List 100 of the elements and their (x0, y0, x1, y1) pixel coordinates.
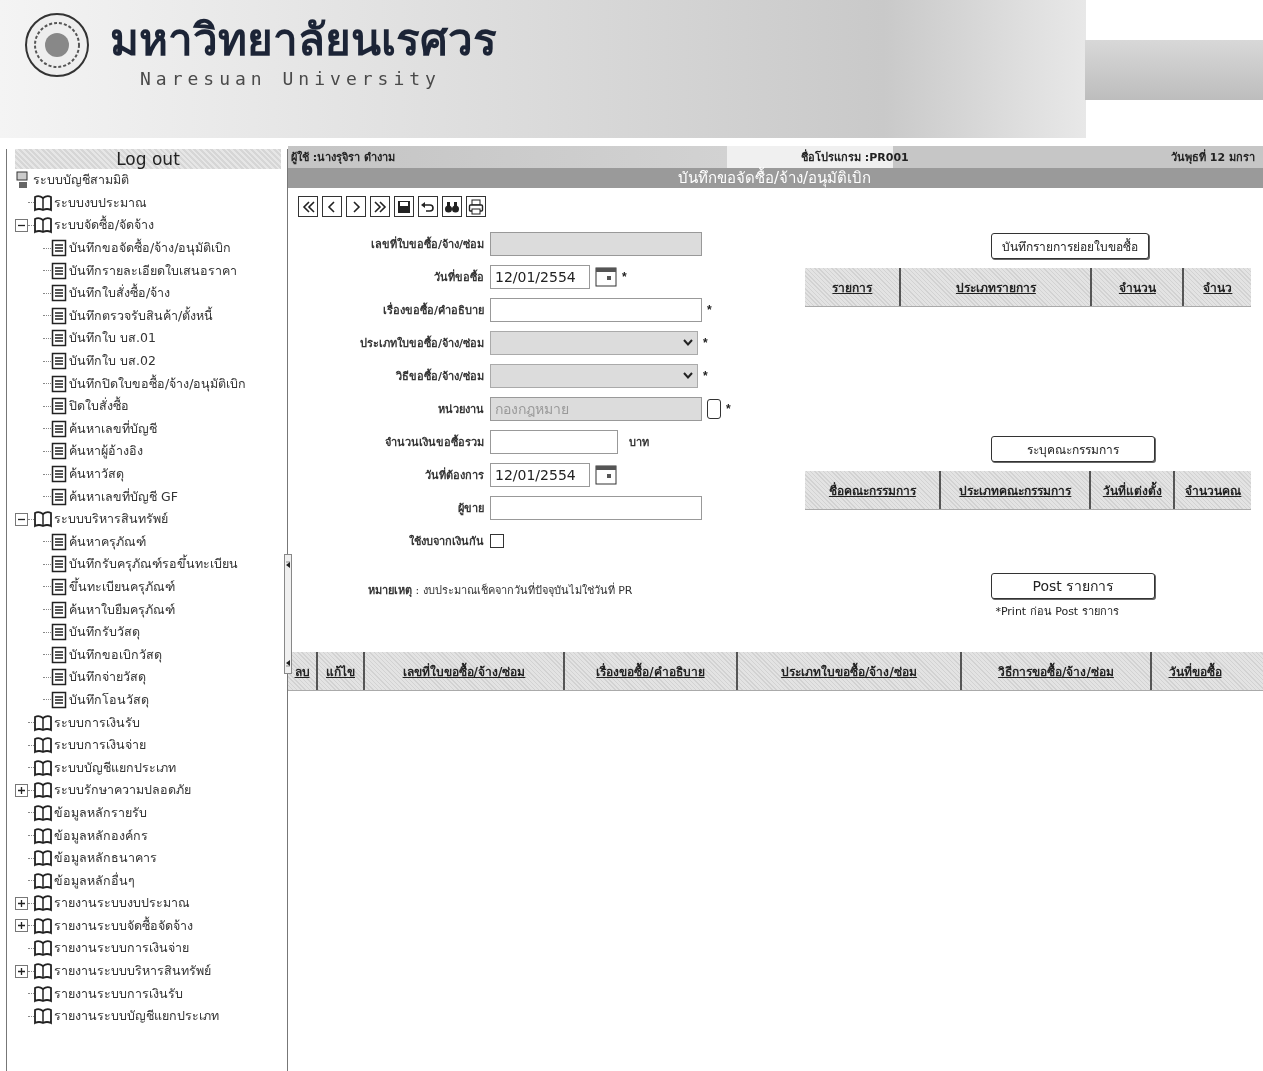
add-items-button[interactable]: บันทึกรายการย่อยใบขอซื้อ (991, 233, 1150, 259)
column-header[interactable]: ประเภทคณะกรรมการ (941, 471, 1092, 509)
book-icon (34, 1007, 52, 1026)
text-field[interactable] (490, 495, 702, 520)
tree-item[interactable]: ปิดใบสั่งซื้อ (67, 396, 129, 417)
tree-root-label[interactable]: ระบบบัญชีสามมิติ (31, 170, 129, 191)
first-record-button[interactable] (298, 196, 318, 217)
tree-item[interactable]: บันทึกจ่ายวัสดุ (67, 667, 146, 688)
document-icon (51, 442, 67, 461)
book-icon (34, 962, 52, 981)
column-header[interactable]: วันที่ขอซื้อ (1152, 652, 1238, 690)
column-header[interactable]: ชื่อคณะกรรมการ (805, 471, 942, 509)
tree-item[interactable]: รายงานระบบบริหารสินทรัพย์ (52, 961, 211, 982)
tree-item[interactable]: รายงานระบบการเงินรับ (52, 983, 183, 1004)
expand-icon[interactable] (15, 896, 28, 910)
university-seal-icon (24, 12, 90, 78)
expand-icon[interactable] (15, 919, 28, 933)
column-header[interactable]: ลบ (288, 652, 318, 690)
tree-item[interactable]: ระบบการเงินรับ (52, 712, 140, 733)
tree-item[interactable]: บันทึกขอจัดซื้อ/จ้าง/อนุมัติเบิก (67, 238, 232, 259)
tree-item[interactable]: รายงานระบบจัดซื้อจัดจ้าง (52, 915, 193, 936)
tree-item[interactable]: รายงานระบบการเงินจ่าย (52, 938, 189, 959)
next-button[interactable] (346, 196, 366, 217)
tree-item[interactable]: ระบบงบประมาณ (52, 192, 147, 213)
document-icon (51, 668, 67, 687)
document-icon (51, 239, 67, 258)
tree-item[interactable]: ข้อมูลหลักองค์กร (52, 825, 148, 846)
previous-button[interactable] (322, 196, 342, 217)
book-icon (34, 216, 52, 235)
text-field[interactable] (490, 297, 702, 322)
calendar-icon[interactable] (595, 266, 617, 287)
splitter-handle[interactable] (284, 554, 292, 674)
tree-item[interactable]: ค้นหาเลขที่บัญชี GF (67, 486, 178, 507)
document-icon (51, 261, 67, 280)
tree-item[interactable]: ระบบรักษาความปลอดภัย (52, 780, 191, 801)
document-icon (51, 352, 67, 371)
floppy-disk-button[interactable] (394, 196, 414, 217)
tree-item[interactable]: รายงานระบบบัญชีแยกประเภท (52, 1006, 219, 1027)
print-reminder: *Print ก่อน Post รายการ (995, 604, 1119, 620)
checkbox[interactable] (490, 533, 504, 548)
field-label: วันที่ต้องการ (424, 466, 484, 484)
tree-item[interactable]: บันทึกใบสั่งซื้อ/จ้าง (67, 283, 171, 304)
tree-item[interactable]: บันทึกโอนวัสดุ (67, 689, 149, 710)
tree-item[interactable]: บันทึกตรวจรับสินค้า/ตั้งหนี้ (67, 305, 214, 326)
tree-item[interactable]: บันทึกปิดใบขอซื้อ/จ้าง/อนุมัติเบิก (67, 373, 247, 394)
column-header[interactable]: รายการ (805, 268, 902, 306)
tree-item[interactable]: บันทึกขอเบิกวัสดุ (67, 644, 162, 665)
collapse-icon[interactable] (15, 219, 28, 232)
document-icon (51, 306, 67, 325)
printer-button[interactable] (466, 196, 486, 217)
tree-item[interactable]: ระบบบัญชีแยกประเภท (52, 757, 176, 778)
tree-item[interactable]: บันทึกรับครุภัณฑ์รอขึ้นทะเบียน (67, 554, 238, 575)
calendar-icon[interactable] (595, 464, 617, 485)
tree-item[interactable]: ค้นหาผู้อ้างอิง (67, 441, 143, 462)
tree-item[interactable]: ค้นหาเลขที่บัญชี (67, 418, 157, 439)
tree-item[interactable]: ข้อมูลหลักธนาคาร (52, 848, 157, 869)
last-record-button[interactable] (370, 196, 390, 217)
column-header[interactable]: ประเภทใบขอซื้อ/จ้าง/ซ่อม (738, 652, 962, 690)
logout-link[interactable]: Log out (15, 149, 281, 169)
expand-icon[interactable] (15, 783, 28, 797)
required-mark: * (703, 335, 708, 350)
document-icon (51, 284, 67, 303)
column-header[interactable]: วิธีการขอซื้อ/จ้าง/ซ่อม (962, 652, 1152, 690)
user-name: ผู้ใช้ :นางรุจิรา ดำงาม (290, 149, 397, 166)
tree-item[interactable]: บันทึกใบ บส.02 (67, 351, 156, 372)
tree-item[interactable]: บันทึกรายละเอียดใบเสนอราคา (67, 260, 237, 281)
expand-icon[interactable] (15, 964, 28, 978)
date-field[interactable]: 12/01/2554 (490, 462, 590, 487)
column-header[interactable]: ประเภทรายการ (901, 268, 1093, 306)
tree-item[interactable]: ข้อมูลหลักอื่นๆ (52, 870, 135, 891)
tree-item[interactable]: บันทึกรับวัสดุ (67, 622, 140, 643)
document-icon (51, 600, 67, 619)
page-title: บันทึกขอจัดซื้อ/จ้าง/อนุมัติเบิก (288, 168, 1263, 188)
column-header[interactable]: แก้ไข (318, 652, 365, 690)
tree-item[interactable]: ขึ้นทะเบียนครุภัณฑ์ (67, 577, 175, 597)
tree-item[interactable]: ค้นหาใบยืมครุภัณฑ์ (67, 599, 175, 620)
tree-item[interactable]: ระบบบริหารสินทรัพย์ (52, 509, 168, 530)
tree-item[interactable]: ค้นหาครุภัณฑ์ (67, 531, 146, 552)
tree-item[interactable]: บันทึกใบ บส.01 (67, 328, 156, 349)
tree-item[interactable]: ระบบการเงินจ่าย (52, 735, 146, 756)
post-button[interactable]: Post รายการ (991, 573, 1156, 599)
column-header[interactable]: จำนวนคณ (1175, 471, 1252, 509)
tree-item[interactable]: รายงานระบบงบประมาณ (52, 893, 190, 914)
lookup-button[interactable] (707, 398, 721, 419)
column-header[interactable]: จำนวน (1092, 268, 1185, 306)
tree-item[interactable]: ค้นหาวัสดุ (67, 464, 124, 484)
committee-button[interactable]: ระบุคณะกรรมการ (991, 436, 1156, 462)
tree-item[interactable]: ระบบจัดซื้อ/จัดจ้าง (52, 215, 155, 236)
amount-field[interactable] (490, 429, 618, 454)
field-label: วิธีขอซื้อ/จ้าง/ซ่อม (394, 367, 484, 385)
column-header[interactable]: วันที่แต่งตั้ง (1091, 471, 1176, 509)
column-header[interactable]: เลขที่ใบขอซื้อ/จ้าง/ซ่อม (365, 652, 565, 690)
column-header[interactable]: เรื่องขอซื้อ/คำอธิบาย (565, 652, 738, 690)
document-icon (51, 578, 67, 596)
binoculars-button[interactable] (442, 196, 462, 217)
column-header[interactable]: จำนว (1184, 268, 1252, 306)
collapse-icon[interactable] (15, 512, 28, 526)
date-field[interactable]: 12/01/2554 (490, 264, 590, 289)
tree-item[interactable]: ข้อมูลหลักรายรับ (52, 802, 147, 823)
undo-button[interactable] (418, 196, 438, 217)
